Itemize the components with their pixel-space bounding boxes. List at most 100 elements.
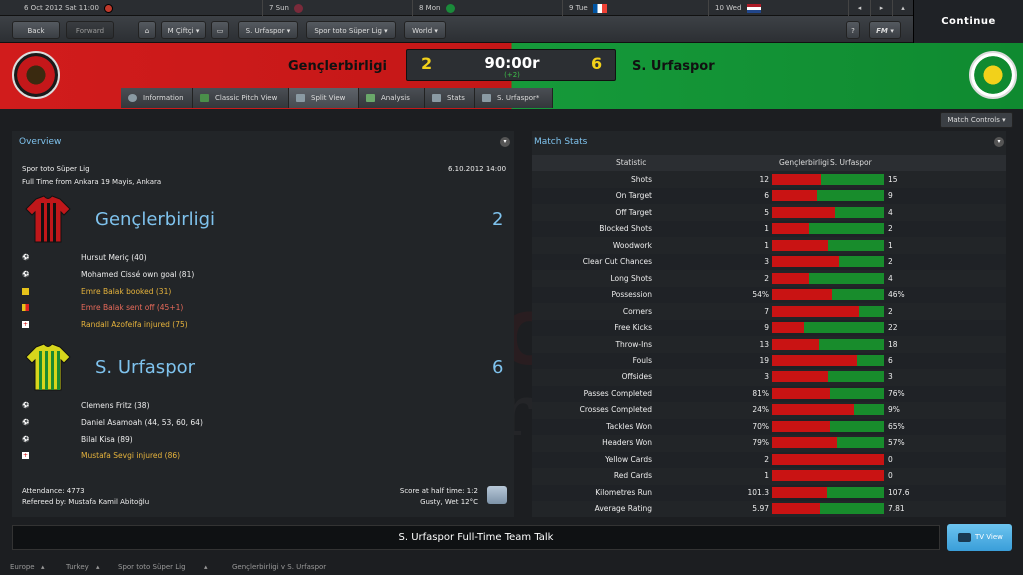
stat-row: Throw-Ins 13 18 <box>532 337 1006 353</box>
calendar-prev-button[interactable]: ◂ <box>848 0 870 16</box>
inbox-button[interactable]: ▭ <box>211 21 229 39</box>
calendar-next-button[interactable]: ▸ <box>870 0 892 16</box>
tv-view-button[interactable]: TV View <box>947 524 1012 551</box>
breadcrumb-turkey[interactable]: Turkey <box>66 563 89 571</box>
team-crest-icon <box>294 3 304 13</box>
stats-icon <box>432 94 441 102</box>
tab-classic-pitch-view[interactable]: Classic Pitch View <box>193 88 289 108</box>
match-event[interactable]: Daniel Asamoah (44, 53, 60, 64) <box>81 418 203 427</box>
yellow-card-icon <box>22 287 29 295</box>
match-event[interactable]: Mustafa Sevgi injured (86) <box>81 451 180 460</box>
chevron-up-icon: ▴ <box>96 563 100 571</box>
stat-label: Clear Cut Chances <box>582 257 652 267</box>
calendar-day-1[interactable]: 7 Sun <box>262 0 412 16</box>
stat-home-value: 19 <box>759 355 769 365</box>
stat-home-share <box>772 190 817 202</box>
match-stats-panel: Match Stats ▾ Statistic Gençlerbirligi S… <box>532 131 1006 517</box>
calendar-day-2[interactable]: 8 Mon <box>412 0 562 16</box>
club-menu[interactable]: S. Urfaspor <box>238 21 298 39</box>
forward-button[interactable]: Forward <box>66 21 114 39</box>
match-event[interactable]: Bilal Kisa (89) <box>81 435 133 444</box>
tab-split-view[interactable]: Split View <box>289 88 359 108</box>
stat-home-value: 79% <box>752 438 769 448</box>
stats-menu-button[interactable]: ▾ <box>994 137 1004 147</box>
competition-label[interactable]: Spor toto Süper Lig <box>22 165 90 173</box>
analysis-icon <box>366 94 375 102</box>
stat-label: Offsides <box>621 372 652 382</box>
fm-label: FM <box>876 27 888 35</box>
col-away-team[interactable]: S. Urfaspor <box>830 158 872 167</box>
half-time-score: Score at half time: 1:2 <box>399 487 478 495</box>
tab-analysis[interactable]: Analysis <box>359 88 425 108</box>
stat-away-value: 57% <box>888 438 905 448</box>
breadcrumb-league[interactable]: Spor toto Süper Lig <box>118 563 186 571</box>
match-event[interactable]: Emre Balak sent off (45+1) <box>81 303 183 312</box>
stat-row: Blocked Shots 1 2 <box>532 221 1006 238</box>
footer: S. Urfaspor Full-Time Team Talk TV View … <box>0 519 1023 575</box>
fm-menu[interactable]: FM <box>869 21 901 39</box>
home-button[interactable]: ⌂ <box>138 21 156 39</box>
breadcrumb-europe[interactable]: Europe <box>10 563 35 571</box>
tactics-icon <box>482 94 491 102</box>
stat-comparison-bar <box>772 223 884 235</box>
away-team-name[interactable]: S. Urfaspor <box>632 59 715 74</box>
stat-comparison-bar <box>772 486 884 498</box>
match-event[interactable]: Hursut Meriç (40) <box>81 253 147 262</box>
stat-home-share <box>772 174 822 185</box>
away-team-title[interactable]: S. Urfaspor <box>95 357 195 378</box>
match-event[interactable]: Clemens Fritz (38) <box>81 401 150 410</box>
overview-title: Overview <box>19 137 62 147</box>
calendar-expand-button[interactable]: ▴ <box>892 0 913 16</box>
match-event[interactable]: Randall Azofeifa injured (75) <box>81 320 188 329</box>
tab-stats[interactable]: Stats <box>425 88 475 108</box>
injury-icon: + <box>22 452 29 460</box>
stat-home-value: 1 <box>764 240 769 250</box>
stat-row: Fouls 19 6 <box>532 352 1006 369</box>
league-menu[interactable]: Spor toto Süper Lig <box>306 21 396 39</box>
main-content: SPORTOTO Süper lig Match Controls Overvi… <box>0 109 1023 519</box>
stat-away-value: 2 <box>888 257 893 267</box>
stat-home-share <box>772 503 821 514</box>
match-event[interactable]: Emre Balak booked (31) <box>81 287 171 296</box>
continue-button[interactable]: Continue <box>913 0 1023 43</box>
breadcrumb-match[interactable]: Gençlerbirligi v S. Urfaspor <box>232 563 326 571</box>
stat-row: Yellow Cards 2 0 <box>532 451 1006 468</box>
stat-label: Passes Completed <box>583 388 652 398</box>
stat-comparison-bar <box>772 206 884 218</box>
stat-away-value: 46% <box>888 290 905 300</box>
home-team-name[interactable]: Gençlerbirligi <box>288 59 387 74</box>
stat-row: Passes Completed 81% 76% <box>532 385 1006 402</box>
overview-menu-button[interactable]: ▾ <box>500 137 510 147</box>
weather: Gusty, Wet 12°C <box>420 498 478 506</box>
stat-row: Offsides 3 3 <box>532 369 1006 385</box>
stat-label: Free Kicks <box>614 323 652 333</box>
back-button[interactable]: Back <box>12 21 60 39</box>
tv-view-label: TV View <box>975 533 1003 541</box>
current-date[interactable]: 6 Oct 2012 Sat 11:00 <box>18 0 118 16</box>
tab-team-instructions[interactable]: S. Urfaspor* <box>475 88 553 108</box>
france-flag-icon <box>592 3 607 13</box>
referee[interactable]: Refereed by: Mustafa Kamil Abitoğlu <box>22 498 149 506</box>
team-talk-button[interactable]: S. Urfaspor Full-Time Team Talk <box>12 525 940 550</box>
stat-home-share <box>772 371 828 383</box>
world-menu[interactable]: World <box>404 21 446 39</box>
stat-home-share <box>772 272 809 284</box>
match-event[interactable]: Mohamed Cissé own goal (81) <box>81 270 194 279</box>
col-home-team[interactable]: Gençlerbirligi <box>652 158 829 167</box>
match-controls-button[interactable]: Match Controls <box>940 112 1013 128</box>
stat-row: Free Kicks 9 22 <box>532 320 1006 337</box>
tab-information[interactable]: Information <box>121 88 193 108</box>
calendar-day-3[interactable]: 9 Tue <box>562 0 708 16</box>
stat-home-value: 24% <box>752 405 769 415</box>
stat-home-share <box>772 322 805 334</box>
help-button[interactable]: ? <box>846 21 860 39</box>
col-statistic[interactable]: Statistic <box>616 158 646 167</box>
stat-home-share <box>772 338 820 350</box>
stat-label: Red Cards <box>613 471 652 481</box>
home-team-title[interactable]: Gençlerbirligi <box>95 209 215 230</box>
chevron-left-icon: ◂ <box>857 4 862 12</box>
stat-home-share <box>772 387 831 399</box>
stat-comparison-bar <box>772 437 884 449</box>
manager-menu[interactable]: M Çiftçi <box>161 21 206 39</box>
calendar-day-4[interactable]: 10 Wed <box>708 0 848 16</box>
